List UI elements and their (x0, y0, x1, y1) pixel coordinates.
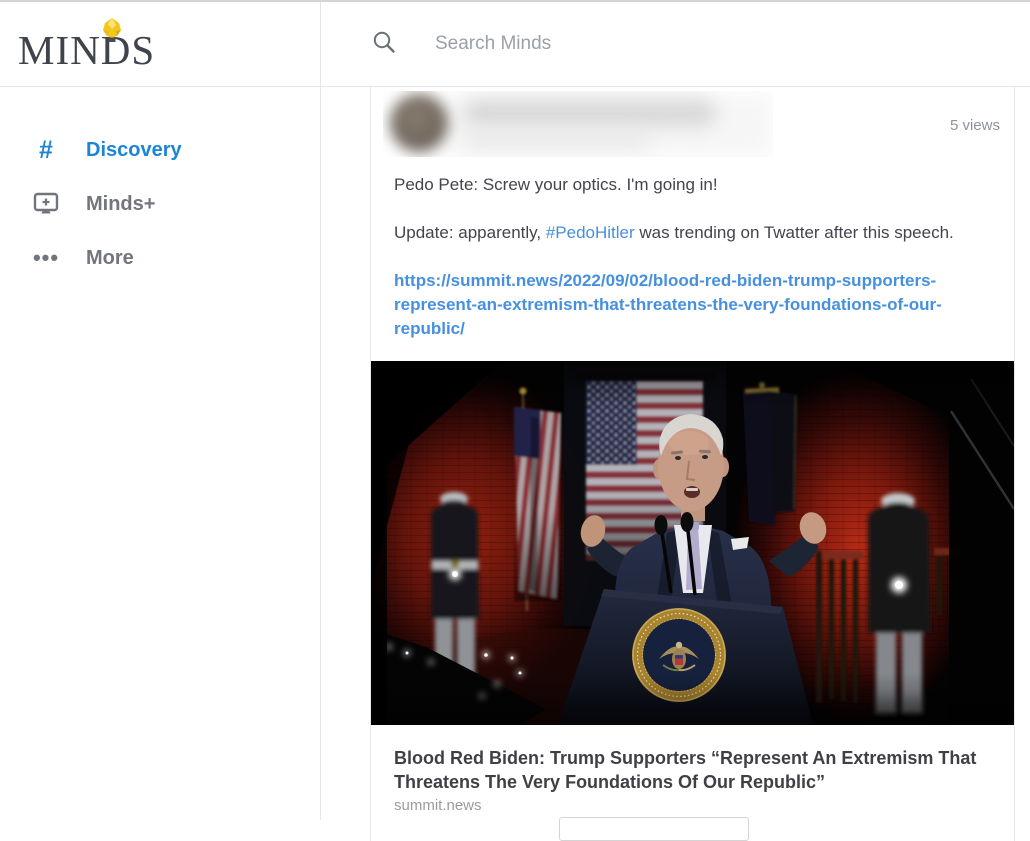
main-content: 5 views Pedo Pete: Screw your optics. I'… (321, 2, 1030, 841)
post-text: Update: apparently, (394, 223, 546, 242)
post-text: was trending on Twatter after this speec… (634, 223, 954, 242)
search-input[interactable] (435, 33, 835, 55)
sidebar: M INDS # Discovery Minds+ ••• More (0, 2, 321, 820)
article-url-link[interactable]: https://summit.news/2022/09/02/blood-red… (394, 269, 990, 341)
sidebar-item-more[interactable]: ••• More (0, 231, 320, 285)
logo-letter-m: M (18, 27, 56, 73)
sidebar-nav: # Discovery Minds+ ••• More (0, 87, 320, 285)
post-header: 5 views (371, 87, 1014, 160)
logo-area: M INDS (0, 2, 320, 87)
blurred-author-area (383, 91, 773, 157)
article-image-biden-speech[interactable] (371, 361, 1014, 725)
post-body: Pedo Pete: Screw your optics. I'm going … (371, 160, 1014, 341)
post-paragraph: Pedo Pete: Screw your optics. I'm going … (394, 175, 718, 194)
hashtag-link[interactable]: #PedoHitler (546, 223, 635, 242)
author-name-blurred[interactable] (465, 100, 715, 126)
window-top-edge (0, 0, 1030, 2)
post-paragraph: Update: apparently, #PedoHitler was tren… (394, 221, 990, 245)
sidebar-item-minds-plus[interactable]: Minds+ (0, 177, 320, 231)
minds-logo[interactable]: M INDS (18, 18, 155, 73)
magnifier-icon[interactable] (371, 29, 397, 60)
lightbulb-icon (99, 11, 125, 55)
sidebar-item-label: Discovery (86, 138, 182, 161)
logo-letter-i: I (55, 27, 71, 73)
cutoff-action-button[interactable] (559, 817, 749, 841)
view-count: 5 views (949, 117, 1000, 134)
sidebar-item-discovery[interactable]: # Discovery (0, 123, 320, 177)
avatar[interactable] (390, 94, 448, 152)
minds-plus-monitor-icon (31, 192, 61, 216)
article-source: summit.news (394, 797, 482, 814)
author-subtitle-blurred (465, 132, 650, 147)
article-headline[interactable]: Blood Red Biden: Trump Supporters “Repre… (394, 746, 990, 794)
sidebar-item-label: More (86, 246, 134, 269)
post-card: 5 views Pedo Pete: Screw your optics. I'… (370, 87, 1015, 841)
sidebar-item-label: Minds+ (86, 192, 156, 215)
logo-letter-i-wrap: I (55, 18, 122, 73)
search-header (321, 2, 1030, 87)
hashtag-icon: # (39, 135, 53, 164)
ellipsis-icon: ••• (32, 245, 60, 270)
